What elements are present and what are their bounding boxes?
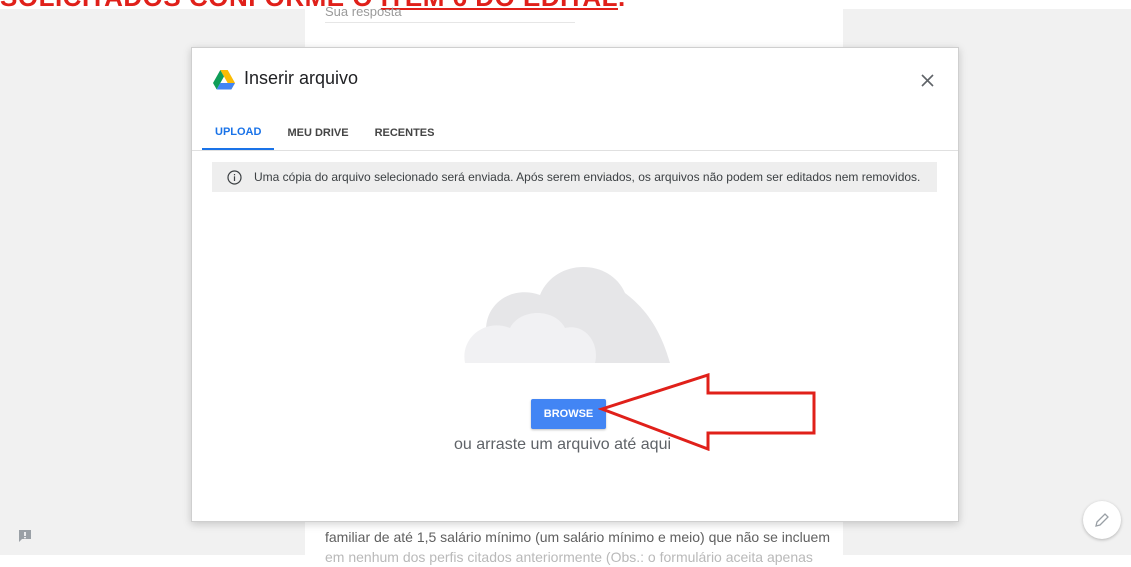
- close-button[interactable]: [914, 67, 940, 93]
- tabs-divider: [192, 150, 958, 151]
- answer-placeholder[interactable]: Sua resposta: [325, 4, 402, 19]
- dialog-header: Inserir arquivo: [192, 48, 958, 114]
- dialog-title: Inserir arquivo: [244, 68, 359, 88]
- annotation-arrow: [598, 373, 816, 451]
- tab-recentes[interactable]: RECENTES: [362, 116, 448, 150]
- cloud-upload-illustration: [464, 266, 670, 363]
- info-icon: [227, 169, 242, 185]
- answer-underline: [325, 22, 575, 23]
- description-line-1: familiar de até 1,5 salário mínimo (um s…: [325, 529, 830, 545]
- description-line-2: em nenhum dos perfis citados anteriormen…: [325, 549, 813, 565]
- feedback-icon[interactable]: [17, 528, 33, 544]
- dialog-tabs: UPLOAD MEU DRIVE RECENTES: [202, 116, 447, 150]
- pencil-icon: [1095, 513, 1109, 527]
- edit-button[interactable]: [1083, 501, 1121, 539]
- browse-button[interactable]: BROWSE: [531, 399, 606, 429]
- close-icon: [920, 73, 934, 87]
- info-banner: Uma cópia do arquivo selecionado será en…: [212, 162, 937, 192]
- edital-headline: SOLICITADOS CONFORME O ITEM 6 DO EDITAL.: [0, 0, 626, 13]
- question-description: familiar de até 1,5 salário mínimo (um s…: [325, 527, 830, 567]
- insert-file-dialog: Inserir arquivo UPLOAD MEU DRIVE RECENTE…: [191, 47, 959, 522]
- tab-meu-drive[interactable]: MEU DRIVE: [274, 116, 361, 150]
- google-drive-icon: [213, 70, 235, 90]
- info-text: Uma cópia do arquivo selecionado será en…: [254, 170, 921, 184]
- tab-upload[interactable]: UPLOAD: [202, 116, 275, 150]
